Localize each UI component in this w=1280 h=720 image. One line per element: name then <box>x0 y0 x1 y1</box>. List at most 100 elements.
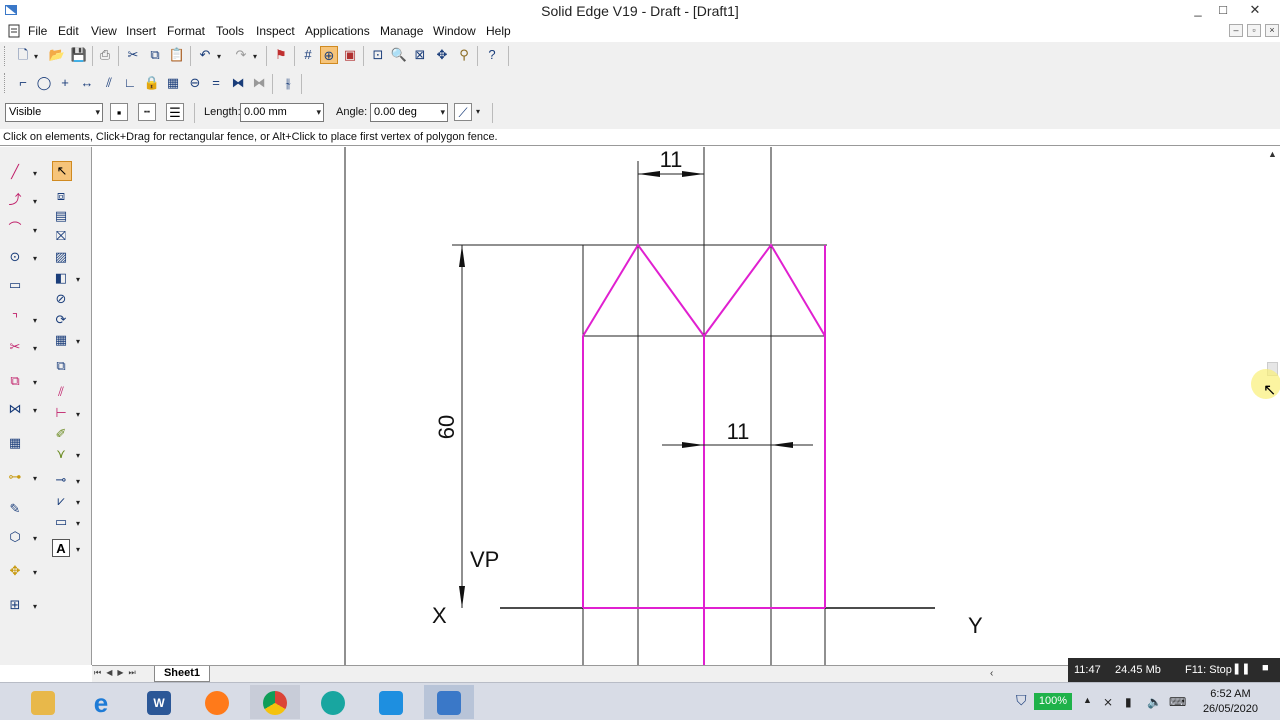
chevron-down-icon[interactable]: ▾ <box>76 337 80 346</box>
view-tool-4-icon[interactable]: ▨ <box>52 248 70 266</box>
chevron-down-icon[interactable]: ▾ <box>76 275 80 284</box>
corner-icon[interactable]: ⌐ <box>14 74 32 92</box>
capture-tool-icon[interactable] <box>366 685 416 719</box>
vertical-scrollbar[interactable]: ▲ ↖ <box>1251 147 1280 665</box>
menu-manage[interactable]: Manage <box>380 24 423 38</box>
chevron-down-icon[interactable]: ▾ <box>33 226 37 235</box>
chevron-down-icon[interactable]: ▾ <box>34 52 38 61</box>
close-button[interactable]: ✕ <box>1240 0 1270 21</box>
mdi-close-button[interactable]: × <box>1265 24 1279 37</box>
open-folder-icon[interactable]: 📂 <box>48 46 66 64</box>
pause-icon[interactable]: ❚❚ <box>1232 662 1250 675</box>
mdi-minimize-button[interactable]: – <box>1229 24 1243 37</box>
feature-control-icon[interactable]: ▭ <box>52 513 70 531</box>
clock[interactable]: 6:52 AM 26/05/2020 <box>1203 687 1258 717</box>
symmetric-icon[interactable]: ⧓ <box>229 74 247 92</box>
chevron-down-icon[interactable]: ▾ <box>33 316 37 325</box>
volume-icon[interactable]: 🔈 <box>1147 695 1162 709</box>
solid-edge-taskbar-icon[interactable] <box>424 685 474 719</box>
crosshair-icon[interactable]: + <box>56 74 74 92</box>
menu-insert[interactable]: Insert <box>126 24 156 38</box>
select-tool-icon[interactable]: ↖ <box>52 161 72 181</box>
file-explorer-icon[interactable] <box>18 685 68 719</box>
annotation-tool-icon[interactable]: ✎ <box>6 500 24 518</box>
view-3d-icon[interactable]: ⬡ <box>6 528 24 546</box>
line-options-icon[interactable]: ⟋ <box>454 103 472 121</box>
offset-tool-icon[interactable]: ⧉ <box>6 372 24 390</box>
tray-expand-icon[interactable]: ▲ <box>1083 695 1092 705</box>
drawing-canvas[interactable]: 11 11 60 VP X Y <box>92 147 1265 665</box>
perpendicular-icon[interactable]: ∟ <box>121 74 139 92</box>
line-width-icon[interactable]: ☰ <box>166 103 184 121</box>
chevron-down-icon[interactable]: ▾ <box>76 477 80 486</box>
equal-icon[interactable]: = <box>207 74 225 92</box>
snap-icon[interactable]: ⊕ <box>320 46 338 64</box>
fillet-tool-icon[interactable]: ⌝ <box>6 310 24 328</box>
power-icon[interactable]: ▮ <box>1125 695 1132 709</box>
chevron-down-icon[interactable]: ▾ <box>76 498 80 507</box>
word-icon[interactable]: W <box>134 685 184 719</box>
chevron-down-icon[interactable]: ▾ <box>33 568 37 577</box>
chevron-down-icon[interactable]: ▾ <box>33 602 37 611</box>
horizontal-icon[interactable]: ↔ <box>78 74 96 92</box>
line-type-icon[interactable]: ┅ <box>138 103 156 121</box>
trim-tool-icon[interactable]: ✂ <box>6 338 24 356</box>
curve-tool-icon[interactable]: ⤴ <box>6 191 24 209</box>
zoom-icon[interactable]: 🔍 <box>390 46 408 64</box>
arc-tool-icon[interactable]: ⌒ <box>6 220 24 238</box>
view-tool-7-icon[interactable]: ⟳ <box>52 311 70 329</box>
chevron-down-icon[interactable]: ▾ <box>33 169 37 178</box>
chevron-down-icon[interactable]: ▾ <box>76 451 80 460</box>
magnify-icon[interactable]: ⚲ <box>455 46 473 64</box>
sheet-nav-icon[interactable]: ⏮◀▶⏭ <box>94 668 141 678</box>
horizontal-scrollbar[interactable]: ‹ <box>988 665 1068 682</box>
undo-icon[interactable]: ↶ <box>196 46 214 64</box>
line-tool-icon[interactable]: ╱ <box>6 163 24 181</box>
menu-applications[interactable]: Applications <box>305 24 370 38</box>
circle-tool-icon[interactable]: ⊙ <box>6 248 24 266</box>
chevron-down-icon[interactable]: ▾ <box>76 519 80 528</box>
chevron-down-icon[interactable]: ▾ <box>253 52 257 61</box>
zoom-area-icon[interactable]: ⊡ <box>369 46 387 64</box>
linetype-select[interactable]: Visible ▾ <box>5 103 103 122</box>
copy-icon[interactable]: ⧉ <box>146 46 164 64</box>
move-tool-icon[interactable]: ✥ <box>6 562 24 580</box>
menu-window[interactable]: Window <box>433 24 476 38</box>
chevron-down-icon[interactable]: ▾ <box>33 197 37 206</box>
redo-icon[interactable]: ↷ <box>232 46 250 64</box>
mdi-restore-button[interactable]: ▫ <box>1247 24 1261 37</box>
menu-tools[interactable]: Tools <box>216 24 244 38</box>
cut-icon[interactable]: ✂ <box>124 46 142 64</box>
menu-edit[interactable]: Edit <box>58 24 79 38</box>
callout-icon[interactable]: ✐ <box>52 425 70 443</box>
network-icon[interactable]: ⨯ <box>1103 695 1113 709</box>
length-input[interactable]: 0.00 mm ▾ <box>240 103 324 122</box>
align-icon[interactable]: ⫳ <box>279 74 297 92</box>
chevron-down-icon[interactable]: ▾ <box>76 545 80 554</box>
chevron-down-icon[interactable]: ▾ <box>33 534 37 543</box>
view-tool-9-icon[interactable]: ⧉ <box>52 357 70 375</box>
new-document-icon[interactable]: 🗋 <box>14 46 32 64</box>
menu-help[interactable]: Help <box>486 24 511 38</box>
leader-icon[interactable]: ⋎ <box>52 445 70 463</box>
menu-file[interactable]: File <box>28 24 47 38</box>
dimension-smart-icon[interactable]: ⫽ <box>52 383 70 401</box>
document-icon[interactable] <box>7 24 21 38</box>
chevron-down-icon[interactable]: ▾ <box>33 474 37 483</box>
screen-recorder-icon[interactable] <box>308 685 358 719</box>
view-tool-2-icon[interactable]: ▤ <box>52 207 70 225</box>
angle-input[interactable]: 0.00 deg ▾ <box>370 103 448 122</box>
chevron-down-icon[interactable]: ▾ <box>217 52 221 61</box>
fill-tool-icon[interactable]: ▦ <box>6 434 24 452</box>
dimension-top[interactable]: 11 <box>638 147 704 177</box>
fit-icon[interactable]: ⊠ <box>411 46 429 64</box>
rectangle-tool-icon[interactable]: ▭ <box>6 276 24 294</box>
pattern-tool-icon[interactable]: ⋈ <box>6 400 24 418</box>
language-icon[interactable]: ⌨ <box>1169 695 1186 709</box>
menu-view[interactable]: View <box>91 24 117 38</box>
chevron-down-icon[interactable]: ▾ <box>33 254 37 263</box>
sheet-setup-icon[interactable]: ▣ <box>341 46 359 64</box>
dimension-middle[interactable]: 11 <box>662 419 813 448</box>
balloon-icon[interactable]: ⊸ <box>52 471 70 489</box>
symmetry-axis-icon[interactable]: ⧓ <box>250 74 268 92</box>
